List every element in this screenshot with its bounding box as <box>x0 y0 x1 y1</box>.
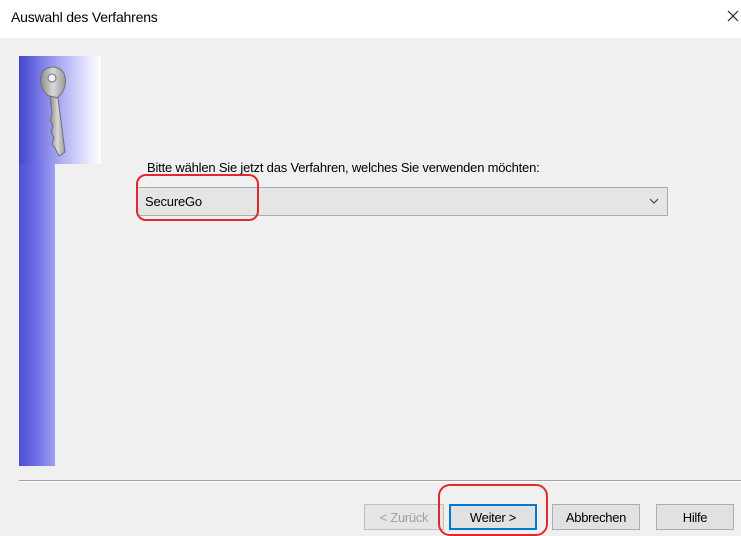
key-icon <box>40 66 66 157</box>
cancel-button[interactable]: Abbrechen <box>552 504 640 530</box>
instruction-text: Bitte wählen Sie jetzt das Verfahren, we… <box>147 160 540 175</box>
dialog-client-area <box>0 38 741 536</box>
close-icon[interactable] <box>727 6 739 27</box>
footer-divider-highlight <box>19 481 741 482</box>
wizard-logo <box>19 56 101 164</box>
window-title: Auswahl des Verfahrens <box>11 9 158 25</box>
back-button[interactable]: < Zurück <box>364 504 444 530</box>
title-bar: Auswahl des Verfahrens <box>0 0 741 38</box>
help-button[interactable]: Hilfe <box>656 504 734 530</box>
chevron-down-icon <box>649 198 659 204</box>
method-select-highlight <box>136 174 259 221</box>
next-button-highlight <box>438 484 548 536</box>
